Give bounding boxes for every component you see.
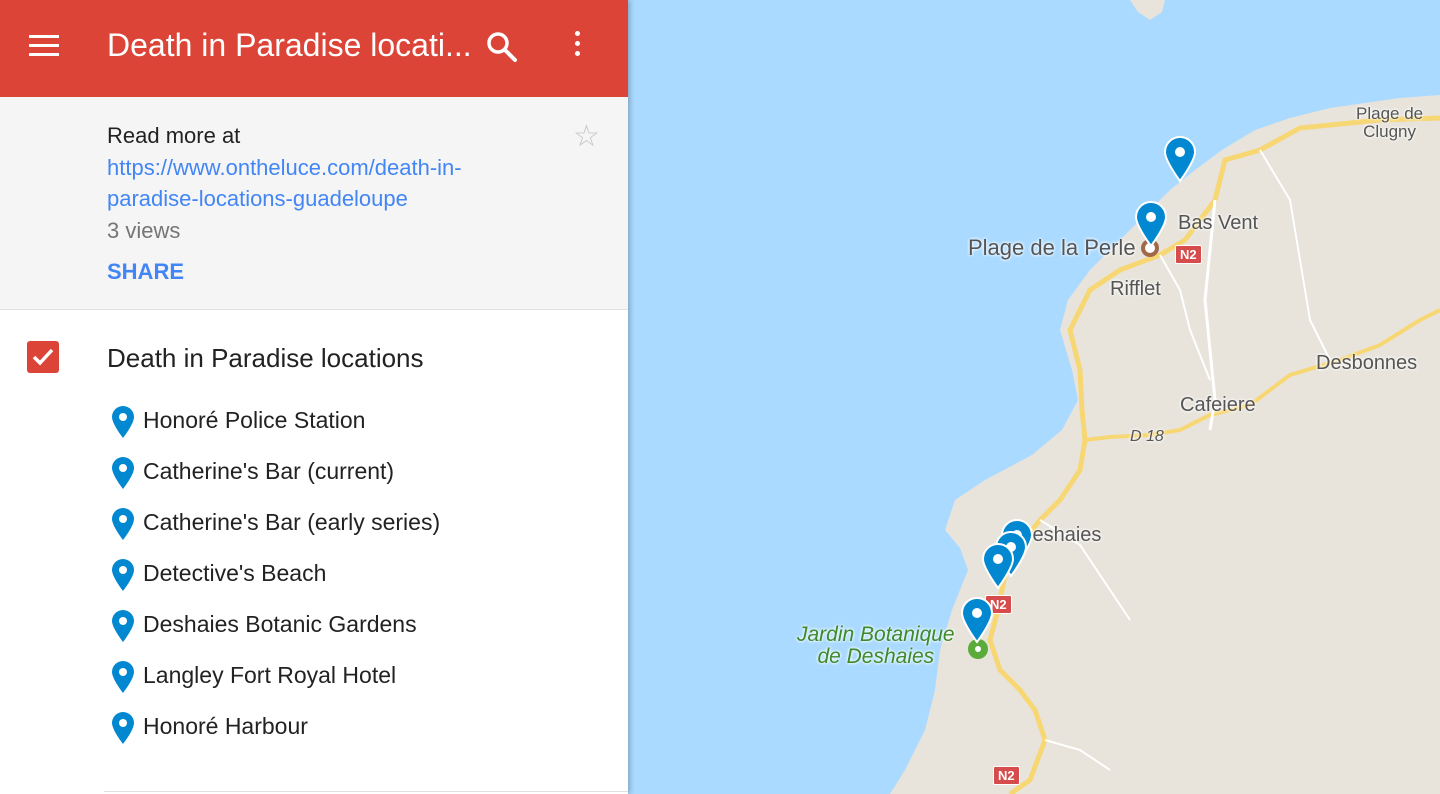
map-pin-icon	[112, 406, 134, 438]
list-item[interactable]: Detective's Beach	[110, 558, 570, 594]
road-shield-n2: N2	[993, 766, 1020, 785]
place-label: Honoré Police Station	[143, 407, 366, 433]
map-label-desbonnes: Desbonnes	[1316, 352, 1418, 374]
map-pin-icon	[112, 712, 134, 744]
list-item[interactable]: Deshaies Botanic Gardens	[110, 609, 570, 645]
list-item[interactable]: Langley Fort Royal Hotel	[110, 660, 570, 696]
map-label-rifflet: Rifflet	[1110, 278, 1161, 300]
road-shield-n2: N2	[1175, 245, 1202, 264]
place-label: Catherine's Bar (early series)	[143, 509, 441, 535]
search-icon[interactable]	[485, 30, 519, 64]
map-title: Death in Paradise locati...	[107, 27, 472, 63]
map-pin-icon	[112, 610, 134, 642]
place-label: Langley Fort Royal Hotel	[143, 662, 397, 688]
map-info-section: Read more at https://www.ontheluce.com/d…	[0, 97, 628, 310]
map-label-cafeiere: Cafeiere	[1180, 394, 1256, 416]
map-label-bas-vent: Bas Vent	[1178, 212, 1259, 234]
share-button[interactable]: SHARE	[107, 259, 184, 285]
top-bar: Death in Paradise locati...	[0, 0, 628, 97]
map-pin-icon	[112, 508, 134, 540]
map-label-jardin: Jardin Botanique de Deshaies	[797, 623, 955, 668]
star-icon[interactable]: ☆	[573, 119, 600, 154]
view-count: 3 views	[107, 218, 181, 243]
list-item[interactable]: Honoré Harbour	[110, 711, 570, 747]
place-label: Deshaies Botanic Gardens	[143, 611, 417, 637]
layer-checkbox[interactable]	[27, 341, 59, 373]
list-item[interactable]: Honoré Police Station	[110, 405, 570, 441]
place-label: Catherine's Bar (current)	[143, 458, 395, 484]
side-panel: Death in Paradise locati... Read more at…	[0, 0, 628, 794]
map-pin-marker[interactable]	[981, 542, 1015, 590]
map-pin-icon	[112, 661, 134, 693]
menu-icon[interactable]	[29, 35, 59, 59]
place-label: Detective's Beach	[143, 560, 327, 586]
map-label-d18: D 18	[1130, 428, 1164, 445]
place-label: Honoré Harbour	[143, 713, 308, 739]
map-label-plage-clugny: Plage de Clugny	[1356, 104, 1424, 141]
list-item[interactable]: Catherine's Bar (current)	[110, 456, 570, 492]
map-pin-marker[interactable]	[1134, 200, 1168, 248]
more-options-icon[interactable]	[565, 31, 589, 61]
map-pin-icon	[112, 559, 134, 591]
layer-title: Death in Paradise locations	[107, 343, 424, 373]
read-more-link[interactable]: https://www.ontheluce.com/death-in-parad…	[107, 152, 537, 214]
map-pin-icon	[112, 457, 134, 489]
map-label-plage-perle: Plage de la Perle	[968, 235, 1136, 260]
map-pin-marker[interactable]	[1163, 135, 1197, 183]
read-more-text: Read more at	[107, 123, 241, 148]
divider	[104, 791, 628, 792]
map-pin-marker[interactable]	[960, 596, 994, 644]
list-item[interactable]: Catherine's Bar (early series)	[110, 507, 570, 543]
